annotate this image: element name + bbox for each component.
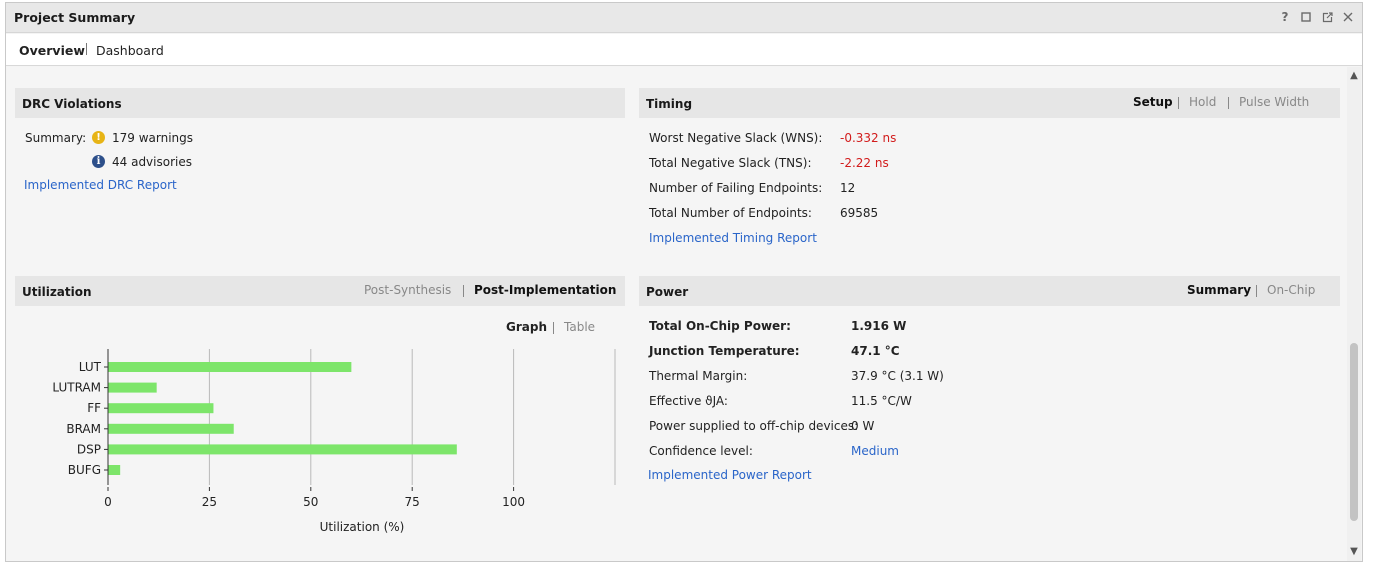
chart-category-label: BUFG	[68, 463, 101, 477]
tab-divider	[86, 43, 87, 55]
chart-x-tick-label: 25	[202, 495, 217, 509]
info-icon: i	[92, 155, 105, 168]
view-tabs: Overview Dashboard	[6, 34, 1362, 66]
timing-tns-label: Total Negative Slack (TNS):	[649, 156, 812, 170]
drc-warnings-count: 179 warnings	[112, 131, 194, 145]
utilization-panel-title: Utilization	[22, 285, 92, 299]
power-effective-theta-label: Effective ϑJA:	[649, 394, 728, 408]
power-off-chip-label: Power supplied to off-chip devices:	[649, 419, 859, 433]
timing-tab-divider	[1178, 97, 1179, 109]
timing-tns-value: -2.22 ns	[840, 156, 889, 170]
power-tab-on-chip[interactable]: On-Chip	[1267, 283, 1315, 297]
chart-x-tick-label: 0	[104, 495, 112, 509]
timing-tab-setup[interactable]: Setup	[1133, 95, 1173, 109]
timing-wns-label: Worst Negative Slack (WNS):	[649, 131, 823, 145]
power-report-link[interactable]: Implemented Power Report	[648, 468, 812, 482]
float-icon[interactable]	[1321, 10, 1333, 24]
chart-bar-ff	[108, 403, 214, 414]
tab-overview[interactable]: Overview	[19, 43, 85, 58]
drc-panel-header: DRC Violations	[15, 88, 625, 118]
help-icon[interactable]: ?	[1279, 10, 1291, 24]
utilization-panel-header: Utilization Post-Synthesis Post-Implemen…	[15, 276, 625, 306]
utilization-view-divider	[553, 322, 554, 334]
timing-wns-value: -0.332 ns	[840, 131, 897, 145]
chart-x-axis-label: Utilization (%)	[320, 520, 405, 534]
timing-failing-endpoints-label: Number of Failing Endpoints:	[649, 181, 823, 195]
power-total-label: Total On-Chip Power:	[649, 319, 791, 333]
power-tab-summary[interactable]: Summary	[1187, 283, 1251, 297]
scrollbar-thumb[interactable]	[1350, 343, 1358, 521]
timing-tab-hold[interactable]: Hold	[1189, 95, 1216, 109]
maximize-icon[interactable]	[1300, 10, 1312, 24]
power-thermal-margin-label: Thermal Margin:	[649, 369, 748, 383]
chart-bar-lut	[108, 362, 352, 372]
chart-category-label: FF	[87, 401, 101, 415]
utilization-tab-divider	[463, 285, 464, 297]
drc-report-link[interactable]: Implemented DRC Report	[24, 178, 177, 192]
power-effective-theta-value: 11.5 °C/W	[851, 394, 912, 408]
utilization-bar-chart: LUT LUTRAM FF BRAM DSP BUFG 0 25 50 75 100 Utiliza…	[52, 349, 616, 534]
power-tab-divider	[1256, 285, 1257, 297]
power-junction-temp-value: 47.1 °C	[851, 344, 900, 358]
drc-panel-title: DRC Violations	[22, 97, 122, 111]
power-total-value: 1.916 W	[851, 319, 907, 333]
utilization-tab-post-synthesis[interactable]: Post-Synthesis	[364, 283, 451, 297]
power-junction-temp-label: Junction Temperature:	[649, 344, 800, 358]
window-title: Project Summary	[14, 10, 136, 25]
drc-summary-label: Summary:	[25, 131, 87, 145]
power-panel-title: Power	[646, 285, 689, 299]
timing-panel-title: Timing	[646, 97, 693, 111]
power-confidence-label: Confidence level:	[649, 444, 753, 458]
timing-total-endpoints-label: Total Number of Endpoints:	[649, 206, 812, 220]
chart-x-tick-label: 75	[405, 495, 420, 509]
chart-category-label: BRAM	[66, 422, 101, 436]
chart-bar-dsp	[108, 444, 457, 455]
timing-total-endpoints-value: 69585	[840, 206, 879, 220]
tab-dashboard[interactable]: Dashboard	[96, 43, 164, 58]
chart-category-label: LUTRAM	[52, 381, 101, 395]
timing-tab-divider	[1228, 97, 1229, 109]
drc-advisories-count: 44 advisories	[112, 155, 192, 169]
window-controls: ?	[1279, 10, 1354, 24]
title-bar: Project Summary ?	[6, 3, 1362, 33]
chart-bar-lutram	[108, 382, 157, 393]
vertical-scrollbar[interactable]: ▲ ▼	[1347, 67, 1361, 561]
chart-category-label: DSP	[77, 442, 101, 456]
utilization-view-graph[interactable]: Graph	[506, 320, 547, 334]
power-thermal-margin-value: 37.9 °C (3.1 W)	[851, 369, 944, 383]
chart-x-tick-label: 50	[303, 495, 318, 509]
power-confidence-value-link[interactable]: Medium	[851, 444, 899, 458]
timing-panel-header: Timing Setup Hold Pulse Width	[639, 88, 1340, 118]
timing-failing-endpoints-value: 12	[840, 181, 856, 195]
power-off-chip-value: 0 W	[851, 419, 875, 433]
chart-x-tick-label: 100	[502, 495, 525, 509]
close-icon[interactable]	[1342, 10, 1354, 24]
utilization-view-table[interactable]: Table	[564, 320, 595, 334]
chart-bar-bufg	[108, 465, 121, 475]
power-panel-header: Power Summary On-Chip	[639, 276, 1340, 306]
timing-tab-pulse-width[interactable]: Pulse Width	[1239, 95, 1309, 109]
chart-bar-bram	[108, 423, 234, 434]
scroll-up-icon[interactable]: ▲	[1347, 69, 1361, 83]
utilization-tab-post-implementation[interactable]: Post-Implementation	[474, 283, 616, 297]
chart-category-label: LUT	[79, 360, 102, 374]
scroll-down-icon[interactable]: ▼	[1347, 545, 1361, 559]
timing-report-link[interactable]: Implemented Timing Report	[649, 231, 817, 245]
warning-icon: !	[92, 131, 105, 144]
